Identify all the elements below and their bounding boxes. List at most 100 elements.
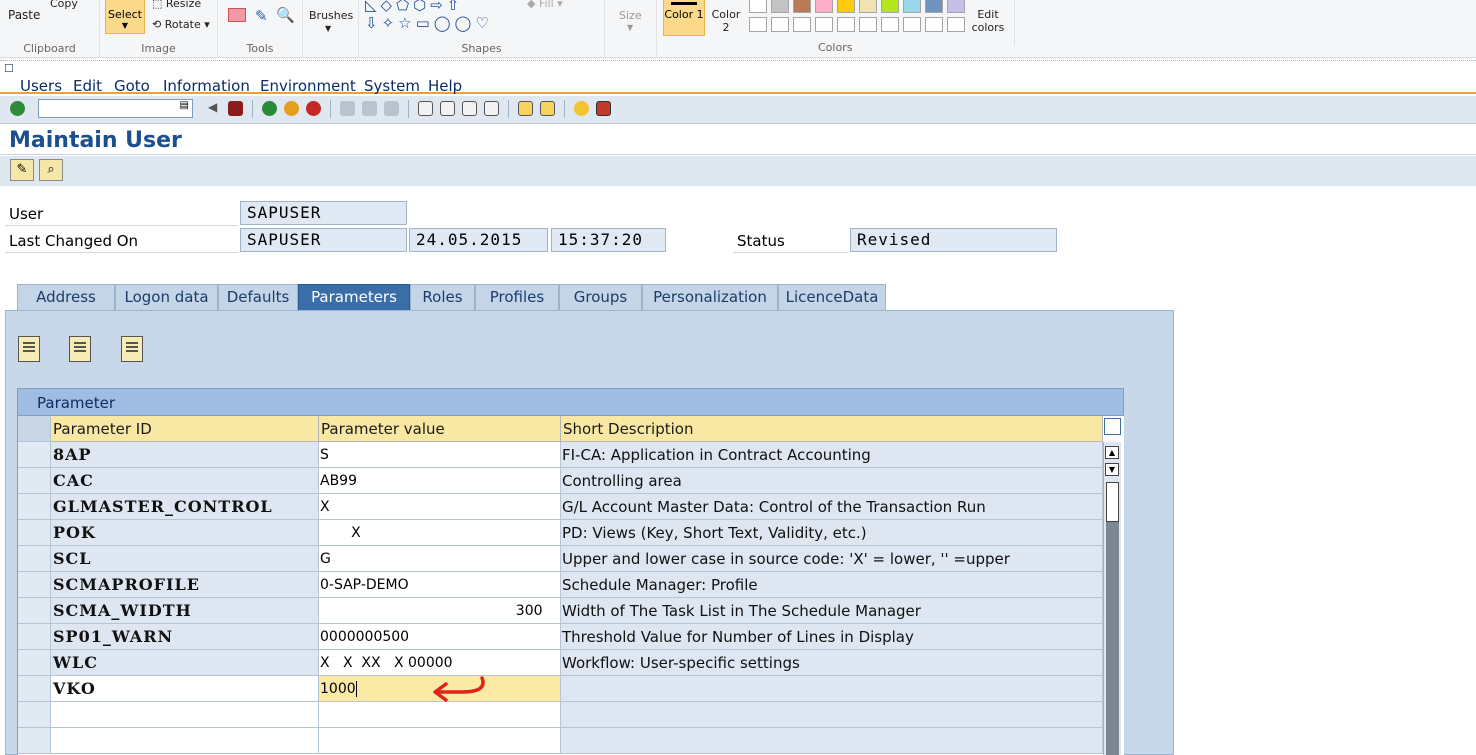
palette-swatch[interactable] [859,0,877,13]
parameter-id-cell[interactable]: SP01_WARN [51,624,319,650]
shapes-row2-icon[interactable]: ⇩✧☆▭◯◯♡ [365,14,493,32]
tab-profiles[interactable]: Profiles [475,284,559,310]
brushes-dropdown-icon[interactable]: ▼ [325,24,331,33]
palette-swatch[interactable] [749,0,767,13]
row-selector[interactable] [18,494,51,520]
parameter-value-cell[interactable]: X [319,520,561,546]
tab-roles[interactable]: Roles [410,284,475,310]
palette-swatch-empty[interactable] [793,17,811,32]
palette-swatch-empty[interactable] [771,17,789,32]
insert-row-icon[interactable] [69,336,91,362]
parameter-id-cell[interactable]: VKO [51,676,319,702]
select-all-icon[interactable] [121,336,143,362]
parameter-value-cell[interactable] [319,728,561,754]
palette-swatch-empty[interactable] [859,17,877,32]
column-header-parameter-id[interactable]: Parameter ID [51,416,319,442]
row-selector[interactable] [18,468,51,494]
parameter-value-cell[interactable]: AB99 [319,468,561,494]
parameter-value-cell[interactable]: X [319,494,561,520]
row-selector[interactable] [18,676,51,702]
parameter-id-cell[interactable]: SCMA_WIDTH [51,598,319,624]
parameter-value-cell[interactable]: 0-SAP-DEMO [319,572,561,598]
palette-swatch[interactable] [815,0,833,13]
size-dropdown-icon[interactable]: ▼ [627,23,633,32]
save-icon[interactable] [228,101,243,116]
tab-defaults[interactable]: Defaults [218,284,298,310]
parameter-id-cell[interactable] [51,728,319,754]
scrollbar-thumb[interactable] [1106,482,1119,522]
palette-swatch-empty[interactable] [903,17,921,32]
print-icon[interactable] [340,101,355,116]
tab-licence-data[interactable]: LicenceData [778,284,886,310]
parameter-id-cell[interactable]: GLMASTER_CONTROL [51,494,319,520]
color1-button[interactable]: Color 1 [663,0,705,36]
parameter-value-cell[interactable]: G [319,546,561,572]
menu-help[interactable]: Help [428,77,462,95]
exit-icon[interactable] [284,101,299,116]
find-next-icon[interactable] [384,101,399,116]
tab-logon-data[interactable]: Logon data [115,284,218,310]
back-arrow-icon[interactable]: ◀ [208,100,217,114]
row-selector[interactable] [18,650,51,676]
palette-swatch-empty[interactable] [925,17,943,32]
row-selector[interactable] [18,702,51,728]
palette-swatch[interactable] [837,0,855,13]
command-field[interactable]: ▤ [38,99,193,118]
parameter-id-cell[interactable]: WLC [51,650,319,676]
display-icon[interactable]: ⌕ [39,159,63,181]
magnifier-icon[interactable]: 🔍 [276,6,295,24]
palette-swatch[interactable] [793,0,811,13]
help-icon[interactable] [574,101,589,116]
palette-swatch-empty[interactable] [947,17,965,32]
color2-button[interactable]: Color 2 [710,8,742,34]
parameter-id-cell[interactable]: 8AP [51,442,319,468]
enter-icon[interactable] [10,101,25,116]
menu-environment[interactable]: Environment [260,77,356,95]
tab-groups[interactable]: Groups [559,284,642,310]
parameter-id-cell[interactable] [51,702,319,728]
command-history-icon[interactable]: ▤ [180,100,189,111]
previous-page-icon[interactable] [440,101,455,116]
select-all-rows[interactable] [18,416,51,442]
scroll-up-icon[interactable]: ▲ [1105,446,1119,459]
palette-swatch-empty[interactable] [837,17,855,32]
menu-users[interactable]: Users [20,77,62,95]
eraser-icon[interactable] [228,8,246,22]
column-header-parameter-value[interactable]: Parameter value [319,416,561,442]
shapes-row1-icon[interactable]: ◺◇⬠⬡⇨⇧ [365,0,463,14]
change-display-icon[interactable]: ✎ [10,159,34,181]
shortcut-icon[interactable] [540,101,555,116]
last-page-icon[interactable] [484,101,499,116]
find-icon[interactable] [362,101,377,116]
palette-swatch[interactable] [903,0,921,13]
menu-edit[interactable]: Edit [73,77,102,95]
palette-swatch-empty[interactable] [815,17,833,32]
row-selector[interactable] [18,728,51,754]
menu-information[interactable]: Information [163,77,250,95]
resize-button[interactable]: ⬚ Resize [152,0,201,10]
palette-swatch[interactable] [881,0,899,13]
delete-row-icon[interactable] [18,336,40,362]
parameter-value-cell[interactable]: X X XX X 00000 [319,650,561,676]
rotate-button[interactable]: ⟲ Rotate ▾ [152,18,210,31]
parameter-value-cell[interactable]: 0000000500 [319,624,561,650]
column-header-short-description[interactable]: Short Description [561,416,1103,442]
next-page-icon[interactable] [462,101,477,116]
row-selector[interactable] [18,546,51,572]
copy-button[interactable]: Copy [50,0,78,10]
color-picker-icon[interactable]: ✎ [255,7,268,25]
parameter-value-cell[interactable]: 300 [319,598,561,624]
layout-menu-icon[interactable] [596,101,611,116]
brushes-button[interactable]: Brushes [309,9,353,22]
parameter-value-cell[interactable]: S [319,442,561,468]
menu-icon[interactable]: ☐ [4,62,14,75]
new-session-icon[interactable] [518,101,533,116]
palette-swatch[interactable] [771,0,789,13]
paste-button[interactable]: Paste [8,8,40,22]
scroll-down-icon[interactable]: ▼ [1105,463,1119,476]
row-selector[interactable] [18,520,51,546]
parameter-value-cell[interactable] [319,702,561,728]
cancel-icon[interactable] [306,101,321,116]
row-selector[interactable] [18,598,51,624]
menu-goto[interactable]: Goto [114,77,150,95]
